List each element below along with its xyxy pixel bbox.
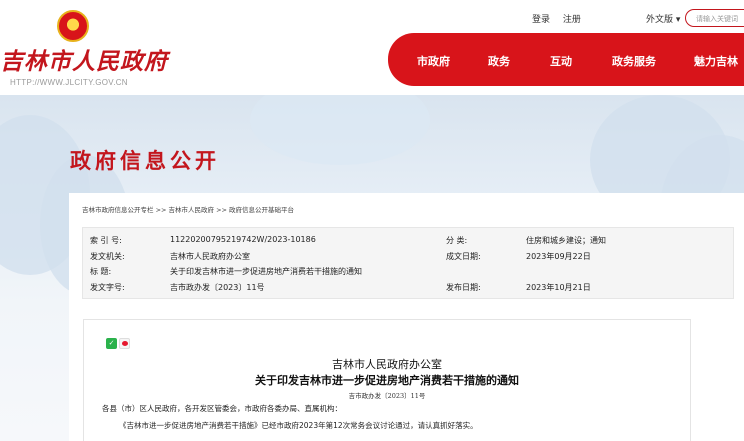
written-date-label: 成文日期: — [446, 251, 481, 261]
published-date-label: 发布日期: — [446, 282, 481, 292]
language-dropdown[interactable]: 外文版 ▾ — [646, 12, 680, 25]
main-nav: 市政府 政务 互动 政务服务 魅力吉林 — [388, 33, 744, 86]
metadata-row: 发文字号: 吉市政办发〔2023〕11号 发布日期: 2023年10月21日 — [83, 280, 733, 296]
register-link[interactable]: 注册 — [563, 15, 581, 25]
document-body: ✓ 吉林市人民政府办公室 关于印发吉林市进一步促进房地产消费若干措施的通知 吉市… — [83, 319, 691, 441]
site-header: 吉林市人民政府 HTTP://WWW.JLCITY.GOV.CN 登录 注册 外… — [0, 0, 744, 95]
nav-item-government-services[interactable]: 政务服务 — [612, 53, 656, 69]
published-date-value: 2023年10月21日 — [526, 282, 591, 292]
index-number-label: 索 引 号: — [90, 236, 122, 245]
account-links: 登录 注册 — [532, 12, 591, 25]
nav-item-interaction[interactable]: 互动 — [550, 53, 572, 69]
document-metadata-table: 索 引 号: 11220200795219742W/2023-10186 分 类… — [82, 227, 734, 299]
written-date-value: 2023年09月22日 — [526, 251, 591, 261]
weibo-share-icon[interactable] — [119, 338, 130, 349]
category-label: 分 类: — [446, 236, 468, 245]
category-value: 住房和城乡建设；通知 — [526, 236, 606, 245]
site-url: HTTP://WWW.JLCITY.GOV.CN — [10, 78, 128, 87]
site-logo[interactable]: 吉林市人民政府 — [0, 42, 168, 76]
document-number: 吉市政办发〔2023〕11号 — [348, 392, 426, 400]
wechat-share-icon[interactable]: ✓ — [106, 338, 117, 349]
metadata-row: 索 引 号: 11220200795219742W/2023-10186 分 类… — [83, 233, 733, 249]
title-label: 标 题: — [90, 267, 112, 276]
document-number-label: 发文字号: — [90, 282, 125, 292]
index-number-value: 11220200795219742W/2023-10186 — [170, 235, 316, 244]
nav-item-charm-jilin[interactable]: 魅力吉林 — [694, 53, 738, 69]
login-link[interactable]: 登录 — [532, 15, 550, 25]
nav-item-government-affairs[interactable]: 政务 — [488, 53, 510, 69]
document-title: 关于印发吉林市进一步促进房地产消费若干措施的通知 — [255, 374, 519, 387]
document-issuer-heading: 吉林市人民政府办公室 — [332, 358, 442, 371]
title-value: 关于印发吉林市进一步促进房地产消费若干措施的通知 — [170, 267, 362, 276]
breadcrumb[interactable]: 吉林市政府信息公开专栏 >> 吉林市人民政府 >> 政府信息公开基础平台 — [82, 204, 294, 214]
nav-item-city-government[interactable]: 市政府 — [417, 53, 450, 69]
issuer-label: 发文机关: — [90, 251, 125, 261]
national-emblem-icon — [57, 10, 89, 42]
document-salutation: 各县（市）区人民政府，各开发区管委会，市政府各委办局、直属机构： — [102, 404, 342, 413]
page-title: 政府信息公开 — [70, 149, 220, 173]
document-paragraph: 《吉林市进一步促进房地产消费若干措施》已经市政府2023年第12次常务会议讨论通… — [119, 421, 478, 430]
document-number-value: 吉市政办发〔2023〕11号 — [170, 282, 265, 292]
metadata-row: 标 题: 关于印发吉林市进一步促进房地产消费若干措施的通知 — [83, 264, 733, 280]
content-panel: 吉林市政府信息公开专栏 >> 吉林市人民政府 >> 政府信息公开基础平台 索 引… — [69, 193, 744, 441]
issuer-value: 吉林市人民政府办公室 — [170, 251, 250, 261]
metadata-row: 发文机关: 吉林市人民政府办公室 成文日期: 2023年09月22日 — [83, 249, 733, 265]
page: 吉林市人民政府 HTTP://WWW.JLCITY.GOV.CN 登录 注册 外… — [0, 0, 744, 441]
search-input[interactable]: 请输入关键词 — [685, 9, 744, 27]
